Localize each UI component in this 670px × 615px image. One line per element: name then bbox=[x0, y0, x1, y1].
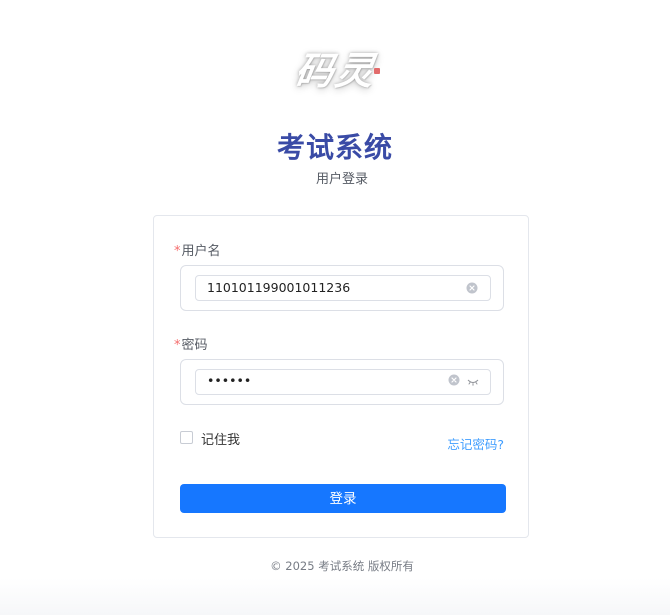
footer-copyright: © 2025 考试系统 版权所有 bbox=[270, 559, 414, 573]
password-value: •••••• bbox=[207, 373, 252, 388]
clear-icon[interactable] bbox=[448, 374, 460, 386]
page-title: 考试系统 bbox=[276, 131, 393, 164]
username-value: 110101199001011236 bbox=[207, 280, 351, 295]
clear-icon[interactable] bbox=[466, 282, 478, 294]
login-button[interactable]: 登录 bbox=[180, 484, 506, 513]
username-label: *用户名 bbox=[174, 240, 221, 259]
brand-logo: 码灵 bbox=[292, 38, 388, 94]
forgot-password-link[interactable]: 忘记密码? bbox=[447, 434, 504, 453]
logo-seal-icon bbox=[374, 68, 380, 74]
username-input[interactable]: 110101199001011236 bbox=[195, 275, 491, 301]
logo-text: 码灵 bbox=[292, 48, 379, 93]
password-field-wrapper: •••••• bbox=[180, 359, 504, 405]
password-label: *密码 bbox=[174, 334, 208, 353]
username-field-wrapper: 110101199001011236 bbox=[180, 265, 504, 311]
username-label-text: 用户名 bbox=[181, 244, 221, 259]
page-subtitle: 用户登录 bbox=[315, 172, 368, 187]
password-label-text: 密码 bbox=[181, 338, 208, 353]
required-mark: * bbox=[174, 338, 181, 353]
password-input[interactable]: •••••• bbox=[195, 369, 491, 395]
login-page: 码灵 考试系统 用户登录 *用户名 110101199001011236 *密码… bbox=[0, 0, 670, 615]
remember-checkbox[interactable] bbox=[180, 431, 193, 444]
remember-label[interactable]: 记住我 bbox=[201, 429, 240, 448]
required-mark: * bbox=[174, 244, 181, 259]
login-card: *用户名 110101199001011236 *密码 •••••• 记住我 忘… bbox=[153, 215, 529, 538]
eye-closed-icon[interactable] bbox=[466, 377, 480, 387]
